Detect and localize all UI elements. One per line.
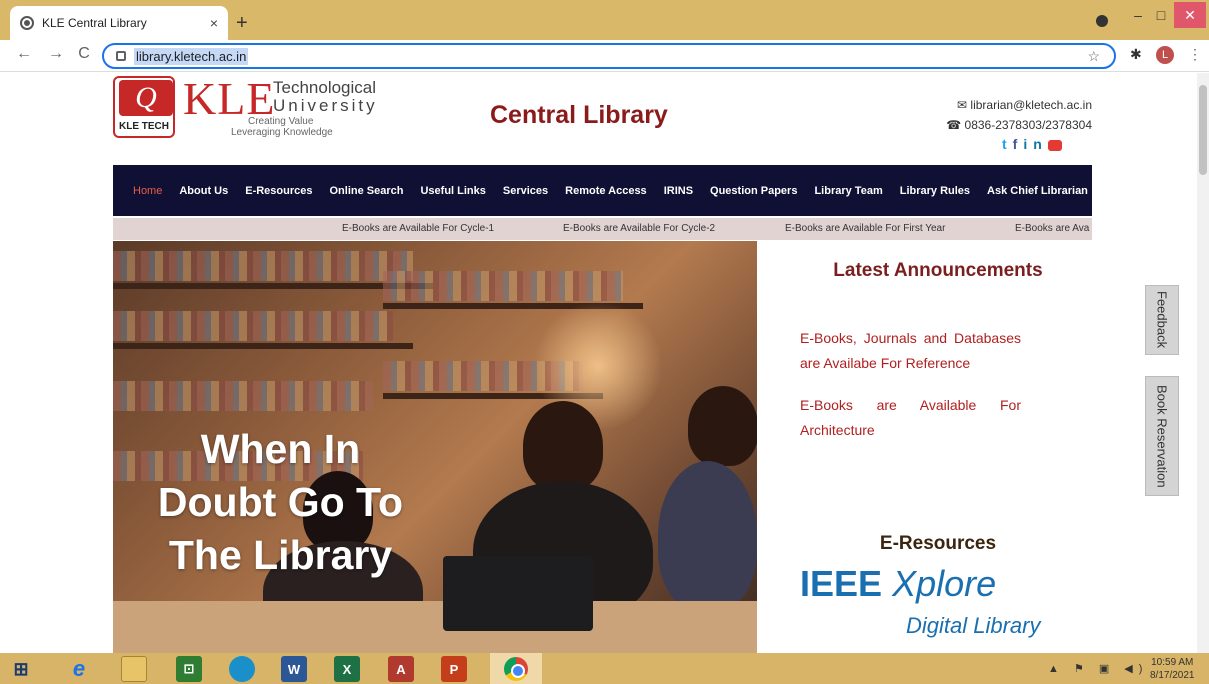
chrome-icon[interactable] xyxy=(490,653,542,684)
store-icon[interactable]: ⊡ xyxy=(176,656,202,682)
word-icon[interactable]: W xyxy=(281,656,307,682)
reload-button[interactable]: C xyxy=(74,45,94,63)
nav-library-rules[interactable]: Library Rules xyxy=(900,185,970,197)
hero-image: When In Doubt Go To The Library xyxy=(113,241,757,653)
logo-badge: KLE TECH xyxy=(119,121,169,132)
ticker-item[interactable]: E-Books are Ava xyxy=(1015,223,1089,234)
nav-question-papers[interactable]: Question Papers xyxy=(710,185,797,197)
minimize-button[interactable]: – xyxy=(1127,2,1149,28)
phone-text: 0836-2378303/2378304 xyxy=(964,118,1092,132)
main-nav: Home About Us E-Resources Online Search … xyxy=(113,165,1092,216)
ticker-item[interactable]: E-Books are Available For First Year xyxy=(785,223,945,234)
windows-taskbar: ⊞ e ⊡ W X A P ▲ ⚑ ▣ ◀) 10:59 AM 8/17/202… xyxy=(0,653,1209,684)
feedback-button[interactable]: Feedback xyxy=(1145,285,1179,355)
close-window-button[interactable]: ✕ xyxy=(1174,2,1206,28)
ieee-digital-library[interactable]: Digital Library xyxy=(906,613,1041,639)
close-tab-icon[interactable]: × xyxy=(210,15,218,31)
logo-tagline-1: Creating Value xyxy=(248,116,314,127)
page-scrollbar[interactable] xyxy=(1197,73,1209,653)
ticker-item[interactable]: E-Books are Available For Cycle-1 xyxy=(342,223,494,234)
nav-online-search[interactable]: Online Search xyxy=(330,185,404,197)
linkedin-icon[interactable]: in xyxy=(1023,136,1047,152)
announcements-title: Latest Announcements xyxy=(833,260,1043,281)
logo-tagline-2: Leveraging Knowledge xyxy=(231,127,333,138)
file-explorer-icon[interactable] xyxy=(121,656,147,682)
browser-tab[interactable]: KLE Central Library × xyxy=(10,6,228,40)
logo-university: University xyxy=(273,96,378,115)
url-text[interactable]: library.kletech.ac.in xyxy=(134,47,249,65)
tab-title: KLE Central Library xyxy=(42,16,147,30)
phone-line: ☎ 0836-2378303/2378304 xyxy=(946,115,1092,135)
nav-services[interactable]: Services xyxy=(503,185,548,197)
book-reservation-button[interactable]: Book Reservation xyxy=(1145,376,1179,496)
announcement-item[interactable]: E-Books are Available For Architecture xyxy=(800,393,1021,443)
logo-mark: Q KLE TECH xyxy=(113,76,175,138)
browser-menu-icon[interactable]: ⋮ xyxy=(1188,46,1202,63)
ticker-item[interactable]: E-Books are Available For Cycle-2 xyxy=(563,223,715,234)
phone-icon: ☎ xyxy=(946,118,962,132)
email-text[interactable]: librarian@kletech.ac.in xyxy=(970,98,1092,112)
logo-technological: Technological xyxy=(273,78,377,97)
facebook-icon[interactable]: f xyxy=(1013,136,1024,152)
envelope-icon: ✉ xyxy=(957,98,968,112)
bookmark-star-icon[interactable]: ☆ xyxy=(1087,48,1100,65)
youtube-icon[interactable] xyxy=(1047,139,1062,151)
scroll-thumb[interactable] xyxy=(1199,85,1207,175)
powerpoint-icon[interactable]: P xyxy=(441,656,467,682)
logo-emblem-icon: Q xyxy=(119,80,173,116)
system-tray[interactable]: ▲ ⚑ ▣ ◀) xyxy=(1048,662,1148,675)
ieee-xplore-logo[interactable]: IEEE Xplore xyxy=(800,563,996,605)
social-links: tfin xyxy=(1002,136,1062,152)
web-page: Q KLE TECH KLE Technological University … xyxy=(0,73,1197,653)
contact-info: ✉ librarian@kletech.ac.in ☎ 0836-2378303… xyxy=(946,95,1092,135)
hero-slogan: When In Doubt Go To The Library xyxy=(157,426,404,578)
maximize-button[interactable]: □ xyxy=(1150,2,1172,28)
address-bar[interactable]: library.kletech.ac.in ☆ xyxy=(102,43,1116,69)
nav-home[interactable]: Home xyxy=(133,185,162,197)
nav-e-resources[interactable]: E-Resources xyxy=(245,185,312,197)
site-title: Central Library xyxy=(490,101,668,129)
nav-remote-access[interactable]: Remote Access xyxy=(565,185,647,197)
forward-button[interactable]: → xyxy=(46,45,66,63)
extension-icon[interactable] xyxy=(1096,15,1108,27)
nav-library-team[interactable]: Library Team xyxy=(814,185,882,197)
email-line[interactable]: ✉ librarian@kletech.ac.in xyxy=(946,95,1092,115)
globe-icon xyxy=(20,16,34,30)
new-tab-button[interactable]: + xyxy=(236,12,248,35)
announcement-item[interactable]: E-Books, Journals and Databases are Avai… xyxy=(800,326,1021,376)
browser-tabstrip: KLE Central Library × + – □ ✕ xyxy=(0,0,1209,40)
excel-icon[interactable]: X xyxy=(334,656,360,682)
internet-explorer-icon[interactable]: e xyxy=(66,656,92,682)
extensions-puzzle-icon[interactable]: ✱ xyxy=(1130,46,1142,63)
windows-start-icon[interactable]: ⊞ xyxy=(8,656,34,682)
twitter-icon[interactable]: t xyxy=(1002,136,1013,152)
nav-irins[interactable]: IRINS xyxy=(664,185,693,197)
back-button[interactable]: ← xyxy=(14,45,34,63)
profile-avatar[interactable]: L xyxy=(1156,46,1174,64)
nav-useful-links[interactable]: Useful Links xyxy=(420,185,485,197)
e-resources-title: E-Resources xyxy=(879,533,997,554)
nav-about-us[interactable]: About Us xyxy=(179,185,228,197)
edge-icon[interactable] xyxy=(229,656,255,682)
lock-icon[interactable] xyxy=(116,51,126,61)
browser-toolbar: ← → C library.kletech.ac.in ☆ xyxy=(0,40,1209,72)
news-ticker: E-Books are Available For Cycle-1 E-Book… xyxy=(113,218,1092,240)
access-icon[interactable]: A xyxy=(388,656,414,682)
taskbar-clock[interactable]: 10:59 AM 8/17/2021 xyxy=(1150,656,1195,682)
nav-ask-chief-librarian[interactable]: Ask Chief Librarian xyxy=(987,185,1088,197)
laptop xyxy=(443,556,593,631)
kle-tech-logo[interactable]: Q KLE TECH KLE Technological University … xyxy=(113,73,383,140)
